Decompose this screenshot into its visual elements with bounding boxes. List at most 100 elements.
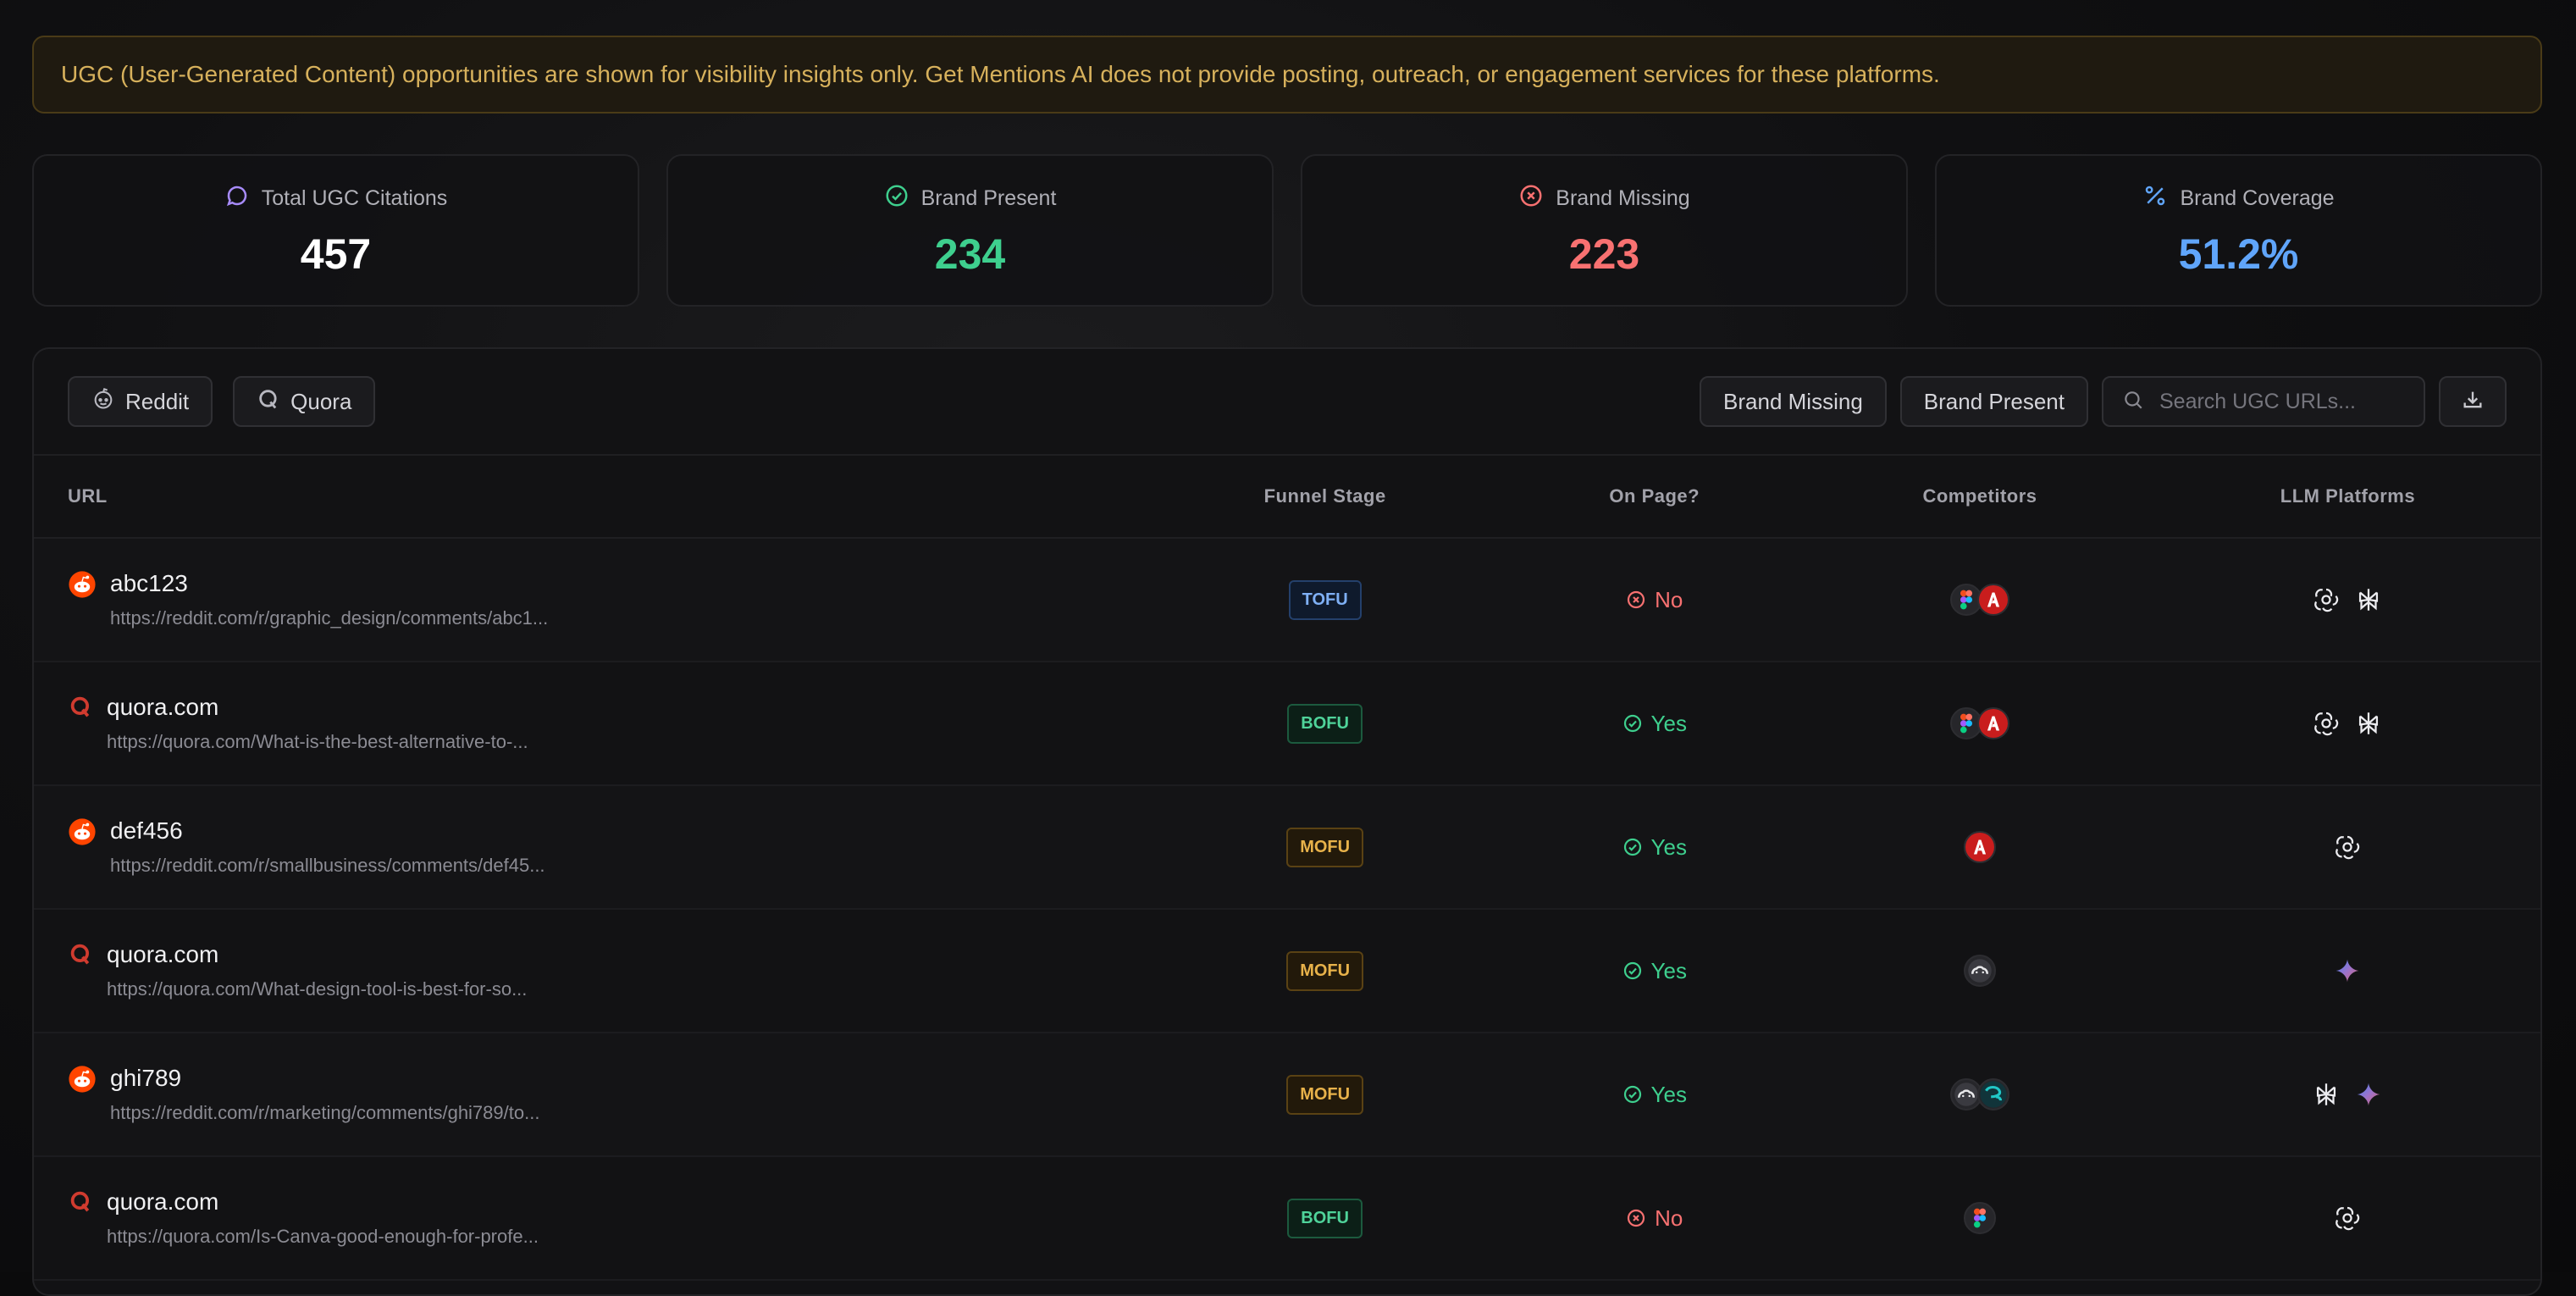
stats-row: Total UGC Citations 457 Brand Present 23… <box>32 154 2542 307</box>
url-cell: quora.com https://quora.com/What-design-… <box>34 941 1146 1000</box>
url-title: abc123 <box>110 570 188 596</box>
download-button[interactable] <box>2439 376 2507 427</box>
llm-platforms-cell <box>2155 830 2540 864</box>
stat-brand-present: Brand Present 234 <box>666 154 1274 307</box>
table-row[interactable]: ghi789 https://reddit.com/r/marketing/co… <box>34 1033 2540 1157</box>
stat-value: 51.2% <box>2178 230 2299 278</box>
table-body: abc123 https://reddit.com/r/graphic_desi… <box>34 539 2540 1281</box>
stat-label: Brand Coverage <box>2180 186 2335 210</box>
competitors-cell <box>1805 831 2155 863</box>
onpage-status: No <box>1655 586 1683 612</box>
llm-platforms-cell <box>2155 706 2540 740</box>
url-link[interactable]: https://quora.com/Is-Canva-good-enough-f… <box>107 1226 539 1248</box>
table-row[interactable]: quora.com https://quora.com/What-design-… <box>34 910 2540 1033</box>
quora-icon <box>68 694 93 723</box>
onpage-status: No <box>1655 1205 1683 1231</box>
check-circle-icon <box>1622 837 1643 857</box>
funnel-badge: TOFU <box>1288 579 1362 620</box>
llm-platforms-cell <box>2155 1201 2540 1235</box>
funnel-cell: MOFU <box>1146 950 1505 991</box>
onpage-cell: Yes <box>1504 834 1805 861</box>
search-icon <box>2122 389 2144 415</box>
url-cell: ghi789 https://reddit.com/r/marketing/co… <box>34 1065 1146 1124</box>
url-title: quora.com <box>107 1188 219 1215</box>
reddit-icon <box>68 1065 97 1098</box>
funnel-badge: BOFU <box>1287 703 1363 744</box>
adobe-logo-icon <box>1976 584 2009 616</box>
url-cell: quora.com https://quora.com/Is-Canva-goo… <box>34 1188 1146 1248</box>
banner-text: UGC (User-Generated Content) opportuniti… <box>61 61 1940 87</box>
table-row[interactable]: def456 https://reddit.com/r/smallbusines… <box>34 786 2540 910</box>
chat-bubble-icon <box>224 183 250 214</box>
funnel-badge: MOFU <box>1286 1074 1364 1115</box>
competitors-cell <box>1805 1078 2155 1110</box>
quora-icon <box>257 387 280 417</box>
header-on-page: On Page? <box>1609 485 1700 507</box>
onpage-status: Yes <box>1650 1081 1687 1107</box>
stat-label: Brand Missing <box>1556 186 1690 210</box>
openai-icon <box>2309 583 2343 617</box>
url-link[interactable]: https://quora.com/What-is-the-best-alter… <box>107 731 528 753</box>
perplexity-icon <box>2352 583 2385 617</box>
header-competitors: Competitors <box>1922 485 2037 507</box>
filter-brand-present-button[interactable]: Brand Present <box>1899 376 2088 427</box>
percent-icon <box>2142 183 2168 214</box>
url-link[interactable]: https://reddit.com/r/graphic_design/comm… <box>110 607 548 629</box>
onpage-cell: Yes <box>1504 1082 1805 1108</box>
llm-platforms-cell <box>2155 1077 2540 1111</box>
openai-icon <box>2330 830 2364 864</box>
stat-value: 457 <box>300 230 372 278</box>
perplexity-icon <box>2309 1077 2343 1111</box>
table-header: URL Funnel Stage On Page? Competitors LL… <box>34 456 2540 539</box>
figma-logo-icon <box>1963 1202 1996 1234</box>
funnel-badge: MOFU <box>1286 950 1364 991</box>
reddit-icon <box>68 570 97 603</box>
ugc-table-panel: Reddit Quora Brand Missing Brand Present <box>32 347 2542 1296</box>
brand-missing-label: Brand Missing <box>1723 388 1863 414</box>
adobe-logo-icon <box>1963 831 1996 863</box>
brand-present-label: Brand Present <box>1923 388 2065 414</box>
stat-value: 234 <box>934 230 1006 278</box>
perplexity-icon <box>2352 706 2385 740</box>
url-title: ghi789 <box>110 1065 182 1091</box>
competitors-cell <box>1805 1202 2155 1234</box>
check-circle-icon <box>1622 961 1643 981</box>
funnel-cell: BOFU <box>1146 1198 1505 1238</box>
onpage-cell: No <box>1504 1205 1805 1232</box>
onpage-status: Yes <box>1650 957 1687 983</box>
stat-total-ugc-citations: Total UGC Citations 457 <box>32 154 639 307</box>
adobe-logo-icon <box>1976 707 2009 739</box>
llm-platforms-cell <box>2155 954 2540 988</box>
url-title: quora.com <box>107 941 219 967</box>
funnel-cell: MOFU <box>1146 827 1505 867</box>
stat-brand-coverage: Brand Coverage 51.2% <box>1935 154 2542 307</box>
url-cell: quora.com https://quora.com/What-is-the-… <box>34 694 1146 753</box>
url-title: quora.com <box>107 694 219 720</box>
header-url: URL <box>68 485 108 507</box>
url-link[interactable]: https://quora.com/What-design-tool-is-be… <box>107 978 527 1000</box>
filter-reddit-button[interactable]: Reddit <box>68 376 213 427</box>
gemini-icon <box>2330 954 2364 988</box>
search-input[interactable] <box>2159 389 2405 414</box>
check-circle-icon <box>1622 713 1643 734</box>
funnel-badge: MOFU <box>1286 827 1364 867</box>
table-row[interactable]: abc123 https://reddit.com/r/graphic_desi… <box>34 539 2540 662</box>
stat-value: 223 <box>1568 230 1640 278</box>
url-link[interactable]: https://reddit.com/r/smallbusiness/comme… <box>110 855 545 877</box>
cloud-logo-icon <box>1963 955 1996 987</box>
reddit-icon <box>91 387 115 417</box>
url-link[interactable]: https://reddit.com/r/marketing/comments/… <box>110 1102 539 1124</box>
x-circle-icon <box>1518 183 1544 214</box>
table-row[interactable]: quora.com https://quora.com/What-is-the-… <box>34 662 2540 786</box>
quora-label: Quora <box>290 388 352 414</box>
table-row[interactable]: quora.com https://quora.com/Is-Canva-goo… <box>34 1157 2540 1281</box>
filter-quora-button[interactable]: Quora <box>233 376 376 427</box>
llm-platforms-cell <box>2155 583 2540 617</box>
openai-icon <box>2330 1201 2364 1235</box>
onpage-cell: Yes <box>1504 711 1805 737</box>
competitors-cell <box>1805 707 2155 739</box>
stat-brand-missing: Brand Missing 223 <box>1301 154 1908 307</box>
stat-label: Total UGC Citations <box>261 186 448 210</box>
check-circle-icon <box>884 183 909 214</box>
filter-brand-missing-button[interactable]: Brand Missing <box>1700 376 1887 427</box>
